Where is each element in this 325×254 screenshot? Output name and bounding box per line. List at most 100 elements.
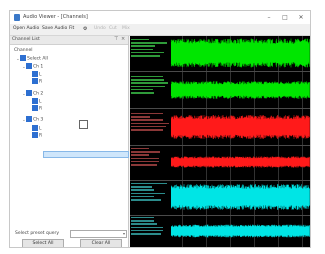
channel-label <box>130 215 170 245</box>
label-line <box>131 42 167 44</box>
mix-button[interactable]: Mix <box>122 26 130 31</box>
label-line <box>131 154 149 156</box>
fit-button[interactable]: Fit <box>69 26 74 31</box>
label-line <box>131 164 157 166</box>
waveform-channel[interactable] <box>130 36 310 70</box>
label-line <box>131 129 163 131</box>
label-line <box>131 85 165 88</box>
channel-label <box>130 111 170 141</box>
label-line <box>131 38 149 41</box>
label-line <box>131 51 164 54</box>
tree-item[interactable]: L <box>32 98 42 105</box>
label-line <box>131 119 163 121</box>
label-line <box>131 147 149 150</box>
label-line <box>131 160 159 163</box>
preset-query-combo[interactable]: ▾ <box>70 230 127 238</box>
pane-close-icon[interactable]: × <box>121 36 125 42</box>
label-line <box>131 220 154 222</box>
app-icon <box>14 14 20 21</box>
checkbox-icon[interactable] <box>32 105 38 111</box>
tree-item[interactable]: R <box>32 78 42 85</box>
channel-label <box>130 74 170 104</box>
selected-row-highlight[interactable] <box>43 151 129 158</box>
checkbox-icon[interactable] <box>32 98 38 104</box>
waveform-signal <box>171 156 310 168</box>
tree-item[interactable]: ⌄ Ch 2 <box>22 90 43 97</box>
tree-item[interactable]: R <box>32 132 42 139</box>
checkbox-icon[interactable] <box>26 116 32 122</box>
waveform-view[interactable] <box>130 36 310 247</box>
tree-item[interactable]: R <box>32 105 42 112</box>
label-line <box>131 233 161 235</box>
label-line <box>131 189 154 191</box>
label-line <box>131 48 153 51</box>
waveform-channel[interactable] <box>130 214 310 247</box>
tree-item[interactable]: L <box>32 125 42 132</box>
maximize-button[interactable]: □ <box>278 12 292 23</box>
select-all-button[interactable]: Select All <box>22 239 64 247</box>
preset-query-label: Select preset query <box>15 231 59 236</box>
channel-label <box>130 146 170 176</box>
undo-button[interactable]: Undo <box>94 26 106 31</box>
channel-divider <box>130 71 310 72</box>
pin-icon[interactable]: ⊤ <box>114 36 118 42</box>
waveform-path <box>171 156 310 168</box>
channel-label <box>130 37 170 67</box>
waveform-signal <box>171 81 310 99</box>
label-line <box>131 125 166 128</box>
close-button[interactable]: ✕ <box>294 12 308 23</box>
checkbox-icon[interactable] <box>79 120 88 129</box>
label-line <box>131 79 164 81</box>
channel-divider <box>130 108 310 109</box>
waveform-channel[interactable] <box>130 110 310 144</box>
label-line <box>131 92 154 94</box>
label-line <box>131 122 169 125</box>
tree-item[interactable]: ⌄ Ch 3 <box>22 116 43 123</box>
waveform-path <box>171 115 310 139</box>
waveform-signal <box>171 184 310 210</box>
tree-item[interactable]: L <box>32 71 42 78</box>
waveform-channel[interactable] <box>130 145 310 179</box>
clear-all-button[interactable]: Clear All <box>80 239 122 247</box>
label-line <box>131 75 163 78</box>
label-line <box>131 112 163 115</box>
waveform-channel[interactable] <box>130 73 310 107</box>
waveform-path <box>171 81 310 99</box>
label-line <box>131 55 160 57</box>
checkbox-icon[interactable] <box>20 55 26 61</box>
checkbox-icon[interactable] <box>32 78 38 84</box>
checkbox-icon[interactable] <box>26 63 32 69</box>
checkbox-icon[interactable] <box>32 132 38 138</box>
channel-tree: Channel ⌄ Select All ⌄ Ch 1 L R ⌄ Ch 2 L R <box>10 46 128 196</box>
pane-header: Channel List ⊤ × <box>10 36 128 45</box>
label-line <box>131 223 157 225</box>
tree-item[interactable]: ⌄ Ch 1 <box>22 63 43 70</box>
toolbar: Open Audio Save Audio Fit ⚙ Undo Cut Mix <box>10 24 310 36</box>
window-title: Audio Viewer - [Channels] <box>23 14 88 20</box>
minimize-button[interactable]: – <box>262 12 276 23</box>
label-line <box>131 151 160 153</box>
label-line <box>131 192 165 195</box>
save-audio-button[interactable]: Save Audio <box>42 26 67 31</box>
waveform-signal <box>171 115 310 139</box>
checkbox-icon[interactable] <box>26 90 32 96</box>
tree-group[interactable]: ⌄ Select All <box>16 55 48 62</box>
label-line <box>131 199 161 201</box>
chevron-down-icon[interactable]: ▾ <box>123 231 125 236</box>
label-line <box>131 216 154 219</box>
checkbox-icon[interactable] <box>32 125 38 131</box>
open-audio-button[interactable]: Open Audio <box>13 26 39 31</box>
settings-icon[interactable]: ⚙ <box>83 26 87 32</box>
checkbox-icon[interactable] <box>32 71 38 77</box>
waveform-path <box>171 184 310 210</box>
cut-button[interactable]: Cut <box>109 26 117 31</box>
waveform-path <box>171 38 310 68</box>
label-line <box>131 88 153 91</box>
waveform-channel[interactable] <box>130 180 310 214</box>
waveform-signal <box>171 224 310 238</box>
label-line <box>131 186 152 188</box>
label-line <box>131 116 150 118</box>
preset-query-area: Select preset query ▾ Select All Clear A… <box>10 228 128 247</box>
label-line <box>131 182 167 185</box>
label-line <box>131 195 154 198</box>
